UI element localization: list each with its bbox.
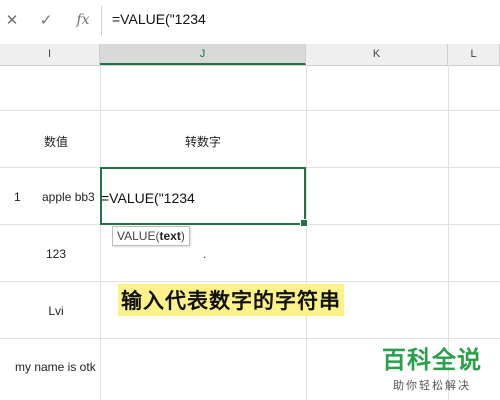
tooltip-argument[interactable]: text — [159, 229, 180, 243]
column-header-k[interactable]: K — [306, 44, 448, 65]
row-index-cell[interactable]: 1 — [14, 190, 21, 204]
watermark-title: 百科全说 — [382, 346, 482, 374]
cell-row2-value[interactable]: 123 — [0, 247, 112, 261]
grid-line — [306, 65, 307, 400]
function-tooltip: VALUE(text) — [112, 226, 190, 246]
close-icon[interactable]: ✕ — [2, 9, 22, 31]
column-header-j[interactable]: J — [100, 44, 306, 65]
column-header-l[interactable]: L — [448, 44, 500, 65]
formula-bar: ✕ ✓ fx =VALUE("1234 — [0, 0, 500, 45]
tooltip-function-name: VALUE( — [117, 229, 160, 243]
grid-line — [100, 65, 101, 400]
cell-row4-value[interactable]: my name is otk — [15, 360, 96, 374]
watermark-logo: 百科全说 助你轻松解决 — [376, 340, 488, 393]
grid-line — [0, 281, 500, 282]
grid-line — [0, 110, 500, 111]
watermark-subtitle: 助你轻松解决 — [393, 379, 471, 392]
annotation-label: 输入代表数字的字符串 — [118, 284, 344, 316]
fill-handle[interactable] — [300, 219, 308, 227]
fx-icon[interactable]: fx — [73, 9, 93, 31]
formula-input[interactable]: =VALUE("1234 — [112, 11, 206, 27]
column-header-row: I J K L — [0, 44, 500, 66]
cell-header-i[interactable]: 数值 — [0, 133, 112, 150]
column-header-i[interactable]: I — [0, 44, 100, 65]
formula-bar-divider — [101, 6, 102, 36]
check-icon[interactable]: ✓ — [36, 9, 56, 31]
tooltip-close-paren: ) — [180, 229, 185, 243]
cell-edit-text[interactable]: =VALUE("1234 — [101, 190, 195, 206]
grid-line — [0, 338, 500, 339]
cell-row3-value[interactable]: Lvi — [0, 304, 112, 318]
cell-row2-j-dot: . — [203, 247, 207, 261]
cell-row1-value[interactable]: apple bb3 — [42, 190, 95, 204]
cell-header-j[interactable]: 转数字 — [100, 133, 306, 150]
